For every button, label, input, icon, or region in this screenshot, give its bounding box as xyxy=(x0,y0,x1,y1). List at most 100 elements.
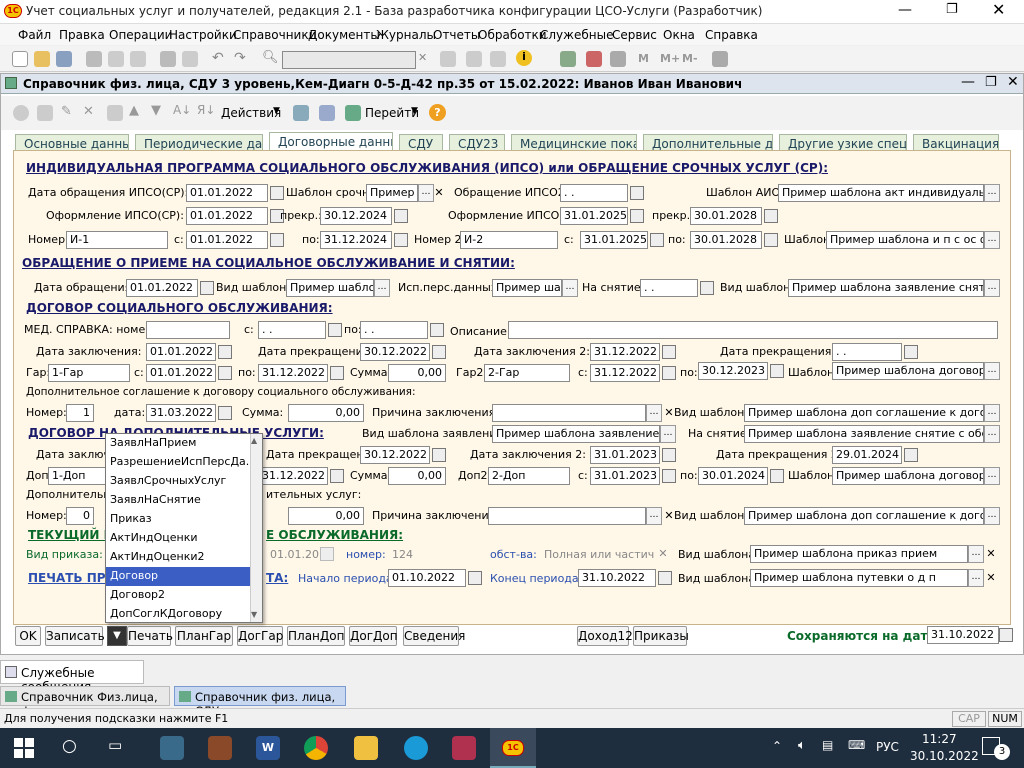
dop2-from-field[interactable]: 31.01.2023 xyxy=(590,467,660,485)
calendar-icon[interactable] xyxy=(658,571,672,585)
tab-contract-data[interactable]: Договорные данные xyxy=(269,132,393,152)
calendar-icon[interactable] xyxy=(662,366,676,380)
app-template-select-button[interactable]: … xyxy=(660,425,676,443)
menu-reports[interactable]: Отчеты xyxy=(433,28,480,42)
print-menu-icon[interactable]: ▼ xyxy=(107,626,127,646)
calendar-icon[interactable] xyxy=(394,209,408,223)
orders-button[interactable]: Приказы xyxy=(633,626,689,646)
admission-template-select-button[interactable]: … xyxy=(374,279,390,297)
dop2-field[interactable]: 2-Доп xyxy=(488,467,570,485)
menu-documents[interactable]: Документы xyxy=(308,28,380,42)
app-template-field[interactable]: Пример шаблона заявление при xyxy=(492,425,660,443)
dop2-to-field[interactable]: 30.01.2024 xyxy=(698,467,768,485)
dop-template-field[interactable]: Пример шаблона договор доп услуг xyxy=(832,467,984,485)
plan-dop-button[interactable]: ПланДоп xyxy=(287,626,345,646)
dropdown-scrollbar[interactable] xyxy=(250,434,262,622)
memory-sub-button[interactable]: M- xyxy=(682,52,698,65)
memory-m-button[interactable]: M xyxy=(638,52,649,65)
edit-icon[interactable]: ✎ xyxy=(61,104,72,119)
aio-template-select-button[interactable]: … xyxy=(984,184,1000,202)
find-prev-icon[interactable] xyxy=(440,51,456,67)
ipso-stop-field[interactable]: 30.12.2024 xyxy=(320,207,392,225)
maximize-button[interactable]: ❐ xyxy=(946,2,958,17)
calendar-icon[interactable] xyxy=(200,281,214,295)
ipso-reg2-field[interactable]: 31.01.2025 xyxy=(560,207,628,225)
tools-icon[interactable] xyxy=(712,51,728,67)
calendar-icon[interactable] xyxy=(764,209,778,223)
list-item[interactable]: ДопСоглКДоговору xyxy=(106,605,262,624)
mark-icon[interactable] xyxy=(107,105,123,121)
copy-item-icon[interactable] xyxy=(37,105,53,121)
ipso-from2-field[interactable]: 31.01.2025 xyxy=(580,231,648,249)
calendar-icon[interactable] xyxy=(770,364,784,378)
gar2-to-field[interactable]: 30.12.2023 xyxy=(698,362,768,380)
print-label-left[interactable]: ПЕЧАТЬ ПРО xyxy=(28,571,116,585)
menu-edit[interactable]: Правка xyxy=(59,28,105,42)
ipso-date-field[interactable]: 01.01.2022 xyxy=(186,184,268,202)
contract-term2-field[interactable]: . . xyxy=(832,343,902,361)
calendar-icon[interactable] xyxy=(330,469,344,483)
ipso-num2-field[interactable]: И-2 xyxy=(460,231,558,249)
calendar-icon[interactable] xyxy=(904,345,918,359)
print-button[interactable]: Печать xyxy=(127,626,173,646)
preview-icon[interactable] xyxy=(182,51,198,67)
plan-gar-button[interactable]: ПланГар xyxy=(175,626,233,646)
copy-icon[interactable] xyxy=(108,51,124,67)
search-input[interactable] xyxy=(282,51,416,69)
move-down-icon[interactable]: ▼ xyxy=(151,103,161,118)
add-date-field[interactable]: 31.03.2022 xyxy=(146,404,216,422)
find-next-icon[interactable] xyxy=(466,51,482,67)
med-cert-number-field[interactable] xyxy=(146,321,230,339)
calendar-icon[interactable] xyxy=(218,366,232,380)
gar-field[interactable]: 1-Гар xyxy=(48,364,130,382)
print-template-field[interactable]: Пример шаблона путевки о д п xyxy=(750,569,968,587)
menu-operations[interactable]: Операции xyxy=(109,28,172,42)
language-indicator[interactable]: РУС xyxy=(876,740,899,754)
calendar-icon[interactable] xyxy=(328,323,342,337)
ipso-num-field[interactable]: И-1 xyxy=(66,231,168,249)
calendar-icon[interactable] xyxy=(320,547,334,561)
calendar-icon[interactable] xyxy=(330,366,344,380)
menu-catalogs[interactable]: Справочники xyxy=(233,28,316,42)
calendar-icon[interactable] xyxy=(430,323,444,337)
calendar-icon[interactable] xyxy=(630,186,644,200)
menu-journals[interactable]: Журналы xyxy=(376,28,436,42)
menu-processing[interactable]: Обработки xyxy=(478,28,547,42)
list-item-selected[interactable]: Договор xyxy=(106,567,262,586)
calendar-icon[interactable] xyxy=(586,51,602,67)
gar2-from-field[interactable]: 31.12.2022 xyxy=(590,364,660,382)
network-icon[interactable]: ▤ xyxy=(822,738,833,752)
admission-date-field[interactable]: 01.01.2022 xyxy=(126,279,198,297)
removal-field[interactable]: . . xyxy=(640,279,698,297)
gar2-field[interactable]: 2-Гар xyxy=(484,364,570,382)
gar-to-field[interactable]: 31.12.2022 xyxy=(258,364,328,382)
ipso-stop2-field[interactable]: 30.01.2028 xyxy=(690,207,762,225)
windows-start-icon[interactable] xyxy=(14,738,34,758)
structure-icon[interactable] xyxy=(319,105,335,121)
personal-data-select-button[interactable]: … xyxy=(562,279,578,297)
basis-clear-icon[interactable]: ✕ xyxy=(656,547,670,561)
calendar-icon[interactable] xyxy=(270,233,284,247)
app-icon-2[interactable] xyxy=(208,736,232,760)
as-term2-field[interactable]: 29.01.2024 xyxy=(832,446,902,464)
calendar-icon[interactable] xyxy=(662,469,676,483)
gar-sum-field[interactable]: 0,00 xyxy=(388,364,446,382)
list-item[interactable]: ЗаявлНаСнятие xyxy=(106,491,262,510)
sort-desc-icon[interactable]: Я↓ xyxy=(197,103,215,117)
dop-to-field[interactable]: 31.12.2022 xyxy=(258,467,328,485)
scroll-up-icon[interactable]: ▲ xyxy=(251,436,257,445)
list-item[interactable]: РазрешениеИспПерсДа... xyxy=(106,453,262,472)
dog-gar-button[interactable]: ДогГар xyxy=(237,626,283,646)
save-button[interactable]: Записать xyxy=(45,626,105,646)
search-icon[interactable]: ○ xyxy=(62,736,77,756)
info-icon[interactable]: i xyxy=(516,50,532,66)
menu-help[interactable]: Справка xyxy=(705,28,758,42)
order-template-clear-icon[interactable]: ✕ xyxy=(984,547,998,561)
clear-search-icon[interactable]: ✕ xyxy=(418,51,427,64)
contract-concl2-field[interactable]: 31.12.2022 xyxy=(590,343,660,361)
delete-icon[interactable]: ✕ xyxy=(83,104,94,119)
search-icon[interactable]: 🔍︎ xyxy=(262,50,279,65)
gar-from-field[interactable]: 01.01.2022 xyxy=(146,364,216,382)
as-sum-field[interactable]: 0,00 xyxy=(288,507,364,525)
as-add-template-field[interactable]: Пример шаблона доп соглашение к договору… xyxy=(744,507,984,525)
